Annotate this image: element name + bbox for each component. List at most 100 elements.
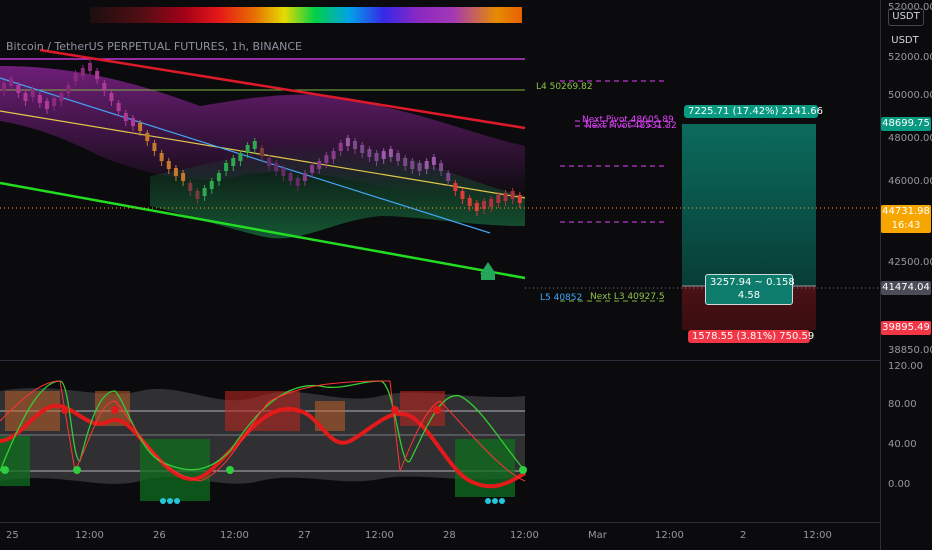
candle-body: [381, 151, 386, 159]
time-label: 12:00: [365, 530, 394, 541]
candle-body: [338, 143, 343, 151]
candle-body: [16, 85, 21, 93]
price-chart[interactable]: [0, 26, 880, 360]
candle-body: [295, 178, 300, 186]
rainbow-gradient-bar: [90, 7, 522, 23]
candle-body: [424, 161, 429, 169]
time-label: 12:00: [75, 530, 104, 541]
candle-body: [195, 191, 200, 199]
candle-body: [467, 198, 472, 206]
candle-body: [403, 158, 408, 166]
price-axis-label: 38850.00: [888, 345, 932, 356]
currency-button[interactable]: USDT: [888, 33, 922, 49]
candle-body: [166, 161, 171, 169]
price-tag-mid: 41474.04: [881, 281, 931, 295]
price-axis-label: 46000.00: [888, 176, 932, 187]
time-label: 12:00: [220, 530, 249, 541]
candle-body: [224, 163, 229, 171]
candle-body: [353, 141, 358, 149]
candle-body: [59, 93, 64, 101]
candle-body: [453, 183, 458, 191]
oscillator-pane[interactable]: [0, 361, 880, 522]
candle-body: [138, 123, 143, 131]
candle-body: [2, 83, 6, 91]
time-label: 12:00: [803, 530, 832, 541]
osc-dot: [160, 498, 166, 504]
candle-body: [503, 193, 508, 201]
osc-dot: [519, 466, 527, 474]
candle-body: [159, 153, 164, 161]
price-axis-panel[interactable]: [880, 0, 932, 550]
pivot-label-l5: L5 40852: [540, 293, 583, 303]
osc-axis-label: 40.00: [888, 439, 917, 450]
candle-body: [152, 143, 157, 151]
osc-axis-label: 0.00: [888, 479, 911, 490]
candle-body: [145, 133, 150, 141]
pivot-label-next-l3: Next L3 40927.5: [590, 292, 665, 302]
candle-body: [345, 138, 350, 146]
candle-body: [52, 98, 57, 106]
osc-dot: [1, 466, 9, 474]
time-label: 27: [298, 530, 311, 541]
candle-body: [417, 163, 422, 171]
candle-body: [496, 195, 501, 203]
osc-dot: [433, 406, 441, 414]
osc-zone-8: [455, 439, 515, 497]
candle-body: [238, 153, 243, 161]
time-label: 12:00: [655, 530, 684, 541]
osc-dot: [485, 498, 491, 504]
candle-body: [181, 173, 186, 181]
candle-body: [331, 151, 336, 159]
chart-title: Bitcoin / TetherUS PERPETUAL FUTURES, 1h…: [6, 40, 302, 53]
position-center-label[interactable]: 3257.94 ~ 0.158 4.58: [705, 274, 795, 305]
candle-body: [288, 173, 293, 181]
candle-body: [317, 161, 322, 169]
candle-body: [474, 203, 479, 211]
candle-body: [116, 103, 121, 111]
candle-body: [360, 145, 365, 153]
candle-body: [23, 93, 28, 101]
candle-body: [367, 149, 372, 157]
osc-axis-label: 120.00: [888, 361, 923, 372]
stop-label: 1578.55 (3.81%) 750.59: [688, 330, 814, 343]
osc-dot: [174, 498, 180, 504]
time-label: 28: [443, 530, 456, 541]
osc-axis-label: 80.00: [888, 399, 917, 410]
time-label: 12:00: [510, 530, 539, 541]
candle-body: [310, 165, 315, 173]
candle-body: [396, 153, 401, 161]
candle-body: [517, 195, 522, 203]
candle-body: [388, 149, 393, 157]
time-label: 25: [6, 530, 19, 541]
time-label: 2: [740, 530, 747, 541]
time-axis-line: [0, 522, 880, 523]
candle-body: [87, 63, 92, 71]
price-tag-current: 44731.98: [881, 205, 931, 219]
candle-body: [95, 71, 100, 79]
candle-body: [9, 78, 14, 86]
candle-body: [489, 199, 494, 207]
candle-body: [302, 173, 307, 181]
candle-body: [374, 153, 379, 161]
pivot-label-l4: L4 50269.82: [536, 82, 593, 92]
osc-dot: [492, 498, 498, 504]
price-tag-upper: 48699.75: [881, 117, 931, 131]
price-tag-lower: 39895.49: [881, 321, 931, 335]
target-zone: [682, 124, 816, 286]
osc-dot: [61, 406, 69, 414]
candle-body: [80, 68, 85, 76]
candle-body: [231, 158, 236, 166]
pivot-label-next-2: Next Pivot 48531.32: [585, 121, 677, 131]
candle-body: [37, 95, 42, 103]
candle-body: [188, 183, 193, 191]
currency-button-top[interactable]: USDT: [888, 8, 924, 26]
candle-body: [66, 85, 71, 93]
osc-dot: [226, 466, 234, 474]
time-label: 26: [153, 530, 166, 541]
candle-body: [510, 191, 515, 199]
candle-body: [439, 163, 444, 171]
buy-arrow-icon: [480, 262, 496, 280]
candle-body: [123, 113, 128, 121]
position-center-line1: 3257.94 ~ 0.158: [710, 277, 795, 288]
osc-zone-1: [5, 391, 60, 431]
